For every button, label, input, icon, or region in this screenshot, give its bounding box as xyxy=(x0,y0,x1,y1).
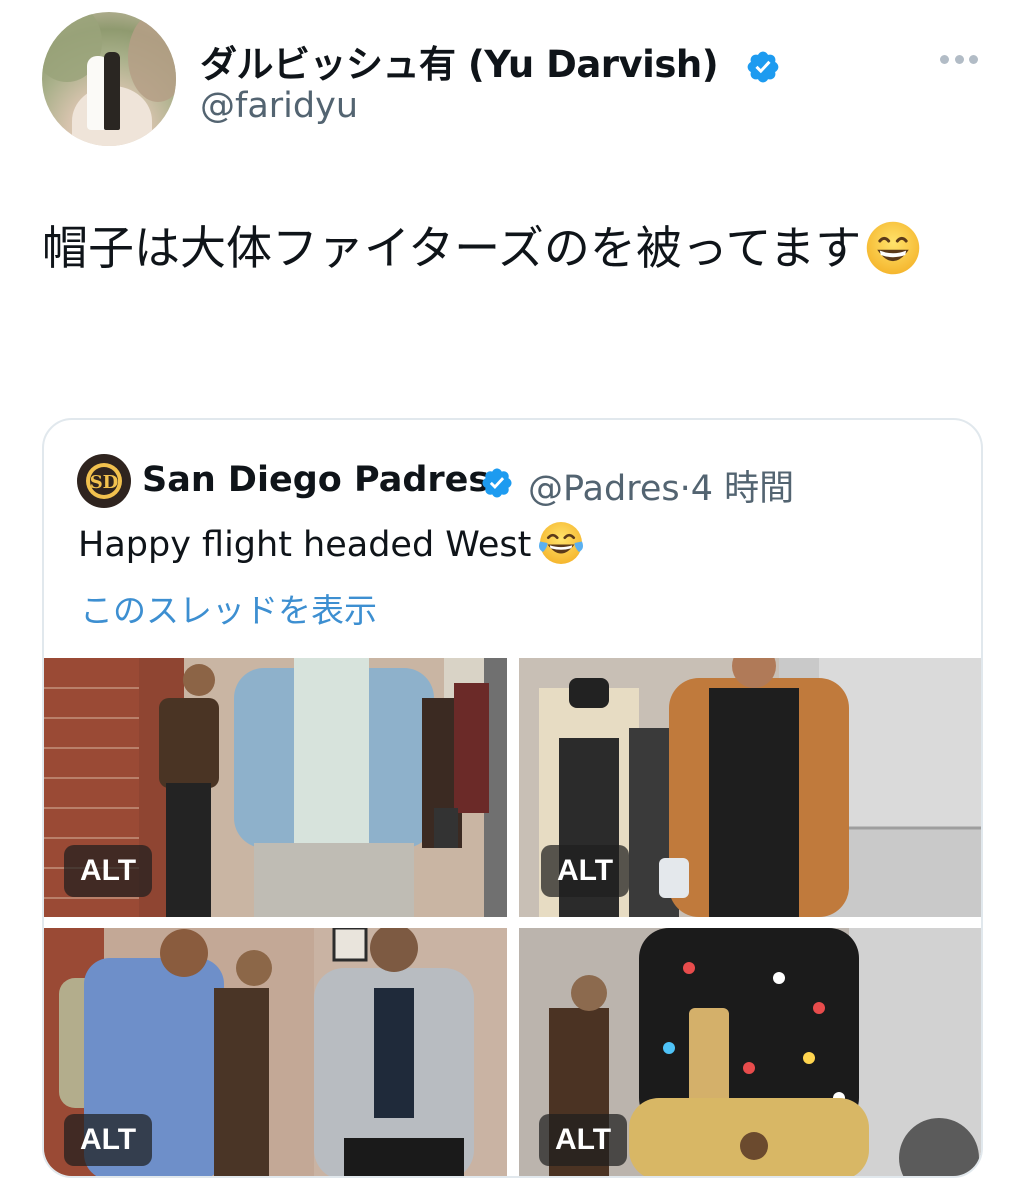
verified-badge-icon xyxy=(747,51,779,83)
quoted-tweet-text: Happy flight headed West xyxy=(78,522,585,570)
grinning-face-emoji xyxy=(867,221,920,274)
alt-text-button[interactable]: ALT xyxy=(539,1114,627,1166)
meta-separator: · xyxy=(679,469,691,509)
more-horizontal-icon[interactable] xyxy=(940,52,978,66)
alt-text-button[interactable]: ALT xyxy=(541,845,629,897)
alt-text-button[interactable]: ALT xyxy=(64,845,152,897)
tweet-header: ダルビッシュ有 (Yu Darvish) @faridyu xyxy=(42,12,992,152)
padres-logo-icon: SD xyxy=(86,463,122,499)
quoted-tweet-text-content: Happy flight headed West xyxy=(78,525,532,565)
quoted-meta: @Padres·4 時間 xyxy=(528,460,794,511)
media-photo-3[interactable]: ALT xyxy=(44,928,507,1176)
author-display-name[interactable]: ダルビッシュ有 (Yu Darvish) xyxy=(200,34,719,88)
face-with-tears-of-joy-emoji xyxy=(539,522,584,564)
quoted-author-handle[interactable]: @Padres xyxy=(528,469,680,509)
tweet-text-content: 帽子は大体ファイターズのを被ってます xyxy=(42,221,862,275)
tweet-text: 帽子は大体ファイターズのを被ってます xyxy=(42,208,972,288)
svg-text:SD: SD xyxy=(90,472,119,493)
alt-text-button[interactable]: ALT xyxy=(64,1114,152,1166)
media-grid: ALT ALT ALT ALT xyxy=(44,658,981,1176)
quoted-timestamp[interactable]: 4 時間 xyxy=(691,469,794,509)
author-avatar[interactable] xyxy=(42,12,176,146)
media-photo-1[interactable]: ALT xyxy=(44,658,507,917)
quoted-tweet-card[interactable]: SD San Diego Padres @Padres·4 時間 Happy f… xyxy=(42,418,983,1178)
media-photo-4[interactable]: ALT xyxy=(519,928,981,1176)
quoted-author-name[interactable]: San Diego Padres xyxy=(142,460,489,500)
verified-badge-icon xyxy=(482,468,512,498)
show-thread-link[interactable]: このスレッドを表示 xyxy=(80,584,377,632)
author-handle[interactable]: @faridyu xyxy=(200,86,358,126)
padres-avatar[interactable]: SD xyxy=(77,454,131,508)
media-photo-2[interactable]: ALT xyxy=(519,658,981,917)
